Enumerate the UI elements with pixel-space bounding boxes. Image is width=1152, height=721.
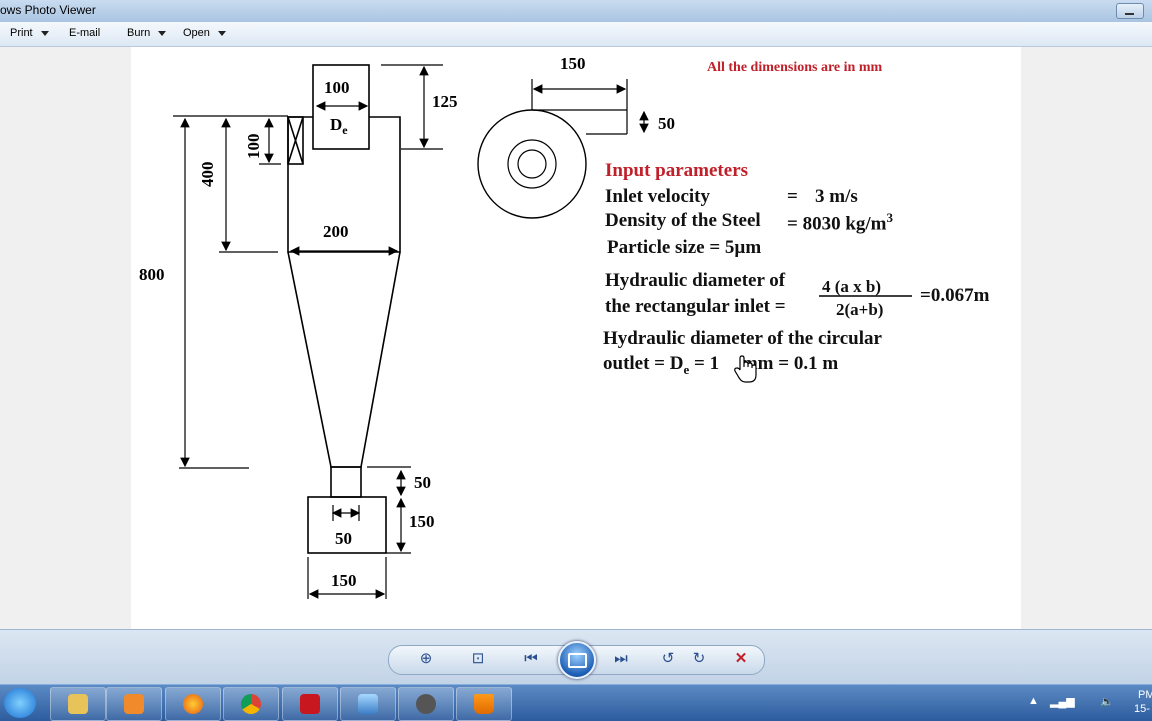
window-title: ows Photo Viewer	[0, 3, 96, 17]
top-view-inner-circle	[517, 149, 547, 179]
system-tray: ▲ ▂▄▆ 🔈 PM 15-	[1012, 685, 1152, 721]
hydraulic-denominator: 2(a+b)	[836, 300, 884, 319]
previous-icon[interactable]: ⏮	[520, 650, 542, 668]
cyclone-drawing: 100 De 125 100 400 800 200 50 50 150 150…	[139, 54, 912, 599]
photo-viewer-button[interactable]	[340, 687, 396, 721]
hydraulic-line-1: Hydraulic diameter of	[605, 270, 786, 291]
clock-time[interactable]: PM	[1138, 689, 1152, 701]
velocity-label: Inlet velocity	[605, 186, 711, 207]
delete-icon[interactable]: ✕	[730, 650, 752, 668]
dim-outlet-width: 100	[324, 78, 350, 97]
photo-viewer-icon	[358, 694, 378, 714]
burn-menu[interactable]: Burn	[127, 27, 167, 39]
minimize-icon	[1125, 13, 1134, 15]
hydraulic-result: =0.067m	[920, 285, 990, 306]
top-view-outer-circle	[477, 109, 587, 219]
dim-hopper-height: 150	[409, 512, 435, 531]
microphone-app-button[interactable]	[398, 687, 454, 721]
cone	[287, 251, 401, 468]
firefox-icon	[183, 694, 203, 714]
next-icon[interactable]: ⏭	[610, 650, 632, 668]
zoom-icon[interactable]: ⊕	[415, 650, 437, 668]
microphone-app-icon	[416, 694, 436, 714]
dust-outlet	[330, 466, 362, 498]
taskbar: ▲ ▂▄▆ 🔈 PM 15-	[0, 684, 1152, 721]
burn-menu-label: Burn	[127, 27, 151, 39]
media-player-button[interactable]	[106, 687, 162, 721]
circular-line-2: outlet = De = 1 mm = 0.1 m	[603, 353, 839, 377]
acrobat-button[interactable]	[282, 687, 338, 721]
hand-cursor-icon	[734, 355, 757, 383]
dim-hopper-width: 150	[331, 571, 357, 590]
email-menu[interactable]: E-mail	[69, 27, 100, 39]
dim-top-inlet-height: 50	[658, 114, 675, 133]
velocity-eq: =	[787, 186, 798, 207]
hydraulic-numerator: 4 (a x b)	[822, 277, 882, 296]
media-player-icon	[124, 694, 144, 714]
density-value: = 8030 kg/m3	[787, 210, 893, 235]
email-menu-label: E-mail	[69, 27, 101, 39]
density-label: Density of the Steel	[605, 210, 761, 231]
minimize-button[interactable]	[1116, 3, 1144, 19]
dim-outlet-label: De	[330, 115, 348, 137]
dim-cylinder-height: 400	[198, 162, 217, 188]
chevron-down-icon	[217, 30, 226, 36]
rotate-right-icon[interactable]: ↻	[688, 650, 710, 668]
acrobat-icon	[300, 694, 320, 714]
chrome-button[interactable]	[223, 687, 279, 721]
dim-body-diameter: 200	[323, 222, 349, 241]
circular-line-1: Hydraulic diameter of the circular	[603, 328, 882, 349]
fit-window-icon[interactable]: ⊡	[467, 650, 489, 668]
units-note: All the dimensions are in mm	[707, 60, 883, 75]
show-hidden-icons[interactable]: ▲	[1028, 695, 1039, 707]
dim-inlet-height: 100	[244, 134, 263, 160]
viewer-controls: ⊕ ⊡ ⏮ ⏭ ↺ ↻ ✕	[0, 629, 1152, 685]
print-menu[interactable]: Print	[10, 27, 49, 39]
network-icon[interactable]: ▂▄▆	[1050, 695, 1075, 708]
slideshow-button[interactable]	[558, 641, 596, 679]
open-menu-label: Open	[183, 27, 210, 39]
vlc-icon	[474, 694, 494, 714]
slideshow-icon	[568, 653, 587, 668]
chevron-down-icon	[40, 30, 49, 36]
firefox-button[interactable]	[165, 687, 221, 721]
file-explorer-icon	[68, 694, 88, 714]
chrome-icon	[241, 694, 261, 714]
image-viewer: 100 De 125 100 400 800 200 50 50 150 150…	[0, 47, 1152, 629]
clock-date[interactable]: 15-	[1134, 703, 1150, 715]
dim-hopper-inner: 50	[335, 529, 352, 548]
velocity-value: 3 m/s	[815, 186, 858, 207]
open-menu[interactable]: Open	[183, 27, 226, 39]
print-menu-label: Print	[10, 27, 33, 39]
dim-total-height: 800	[139, 265, 165, 284]
menu-bar: Print E-mail Burn Open	[0, 22, 1152, 47]
rotate-left-icon[interactable]: ↺	[657, 650, 679, 668]
chevron-down-icon	[158, 30, 167, 36]
hydraulic-line-2: the rectangular inlet =	[605, 296, 786, 317]
title-bar: ows Photo Viewer	[0, 0, 1152, 23]
dim-dust-outlet: 50	[414, 473, 431, 492]
volume-icon[interactable]: 🔈	[1100, 695, 1114, 708]
displayed-image: 100 De 125 100 400 800 200 50 50 150 150…	[131, 47, 1021, 629]
file-explorer-button[interactable]	[50, 687, 106, 721]
dim-outlet-height: 125	[432, 92, 458, 111]
params-heading: Input parameters	[605, 160, 749, 181]
internet-explorer-icon[interactable]	[4, 688, 36, 718]
dim-top-inlet-length: 150	[560, 54, 586, 73]
particle-size: Particle size = 5µm	[607, 237, 762, 258]
vlc-button[interactable]	[456, 687, 512, 721]
top-view-middle-circle	[507, 139, 557, 189]
